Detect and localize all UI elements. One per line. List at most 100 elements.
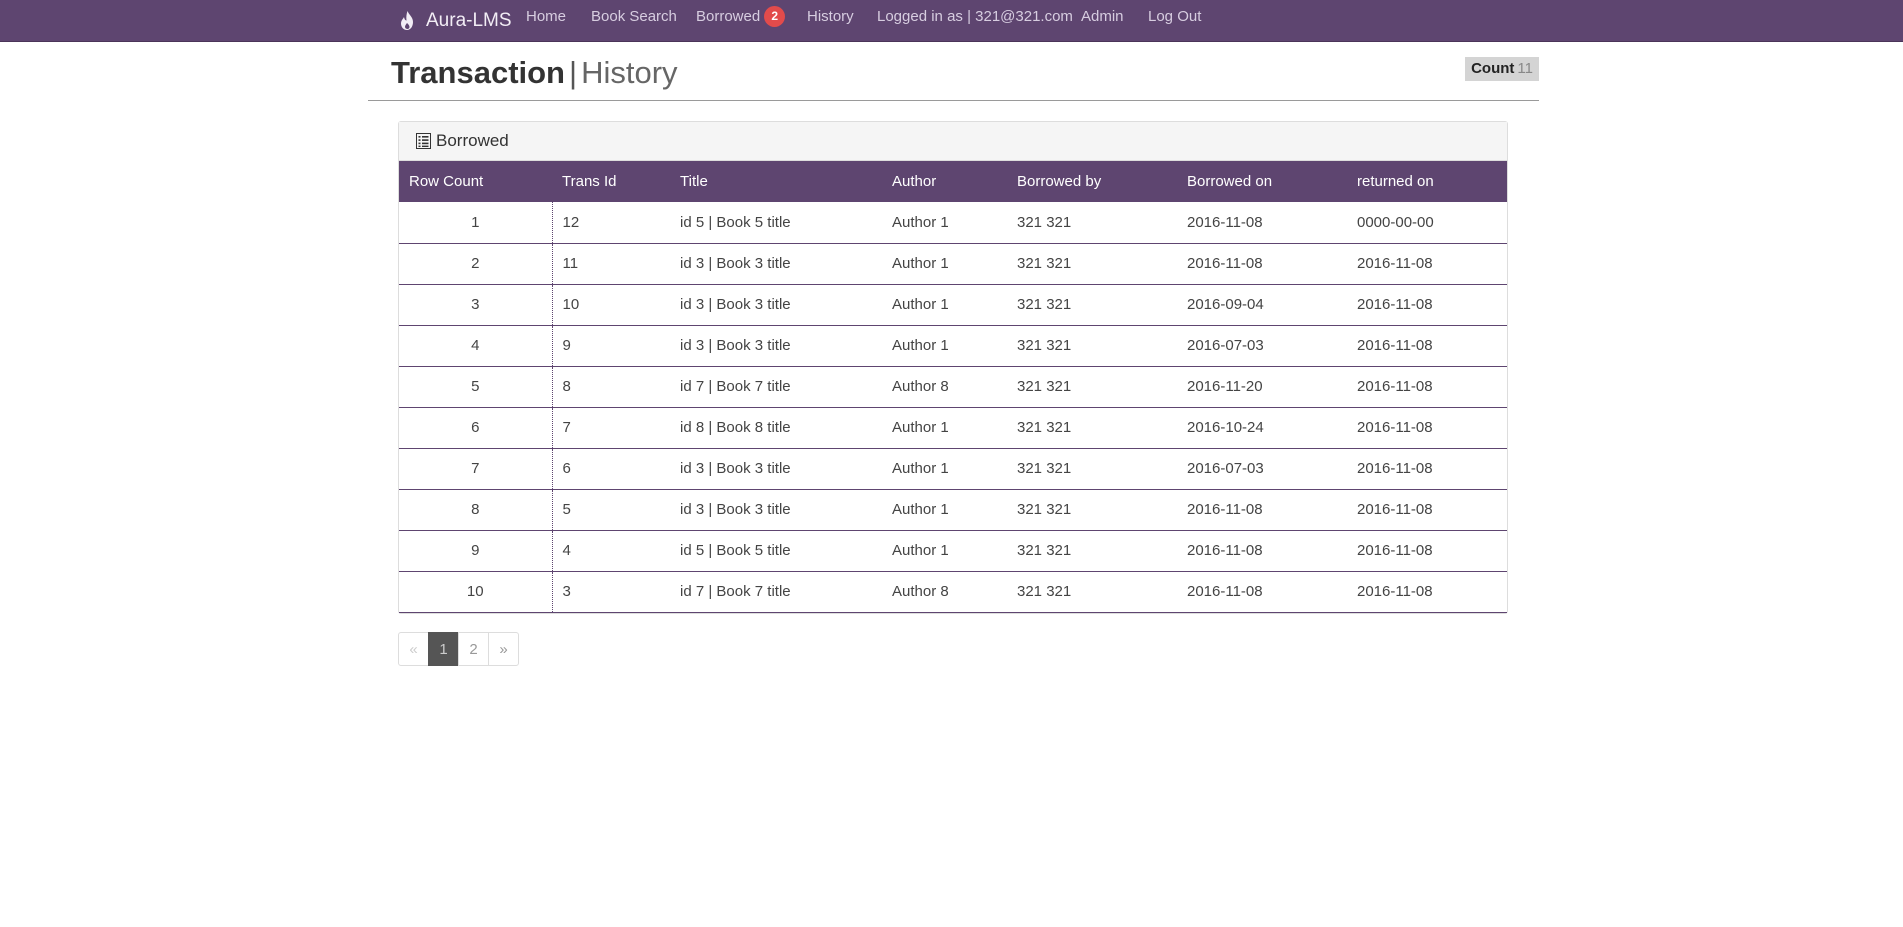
borrowed-on-cell: 2016-11-08 <box>1187 542 1263 559</box>
trans-id-cell: 7 <box>562 419 571 436</box>
borrowed-on-cell: 2016-11-08 <box>1187 213 1263 231</box>
pagination: « 1 2 » <box>398 632 519 666</box>
returned-on-cell: 2016-11-08 <box>1357 378 1433 395</box>
count-chip: Count 11 <box>1465 57 1539 81</box>
col-borrowed-on[interactable]: Borrowed on <box>1177 161 1347 202</box>
col-author[interactable]: Author <box>882 161 1007 202</box>
row-count-cell: 8 <box>399 489 553 530</box>
borrowed-by-cell: 321 321 <box>1017 583 1072 600</box>
borrowed-panel: Borrowed Row Count Trans Id Title Author… <box>398 121 1508 614</box>
author-cell: Author 1 <box>892 296 949 313</box>
returned-on-cell: 2016-11-08 <box>1357 501 1433 518</box>
borrowed-by-cell: 321 321 <box>1017 378 1072 395</box>
borrowed-by-cell: 321 321 <box>1017 213 1072 231</box>
author-cell: Author 1 <box>892 255 949 272</box>
borrowed-on-cell: 2016-07-03 <box>1187 460 1264 477</box>
table-row: 1 12 id 5 | Book 5 title Author 1 321 321 201… <box>399 202 1507 243</box>
trans-id-cell: 8 <box>562 378 571 395</box>
table-row: 3 10 id 3 | Book 3 title Author 1 321 321 201… <box>399 284 1507 325</box>
table-row: 5 8 id 7 | Book 7 title Author 8 321 321 2016… <box>399 366 1507 407</box>
borrowed-by-cell: 321 321 <box>1017 296 1072 313</box>
nav-borrowed-label: Borrowed <box>696 8 761 25</box>
nav-logout[interactable]: Log Out <box>1148 0 1201 34</box>
borrowed-by-cell: 321 321 <box>1017 542 1072 559</box>
page-title-separator: | <box>569 55 578 90</box>
title-cell: id 3 | Book 3 title <box>680 296 791 313</box>
col-trans-id[interactable]: Trans Id <box>552 161 670 202</box>
title-cell: id 3 | Book 3 title <box>680 255 791 272</box>
nav-admin[interactable]: Admin <box>1081 0 1124 34</box>
nav-history[interactable]: History <box>807 0 854 34</box>
col-row-count[interactable]: Row Count <box>399 161 552 202</box>
row-count-cell: 7 <box>399 448 553 489</box>
title-cell: id 7 | Book 7 title <box>680 378 791 395</box>
borrowed-on-cell: 2016-09-04 <box>1187 296 1264 313</box>
page-1-button[interactable]: 1 <box>428 632 459 666</box>
author-cell: Author 1 <box>892 419 949 436</box>
trans-id-cell: 5 <box>562 501 571 518</box>
table-row: 9 4 id 5 | Book 5 title Author 1 321 321 2016… <box>399 530 1507 571</box>
borrowed-count-badge: 2 <box>764 6 786 27</box>
trans-id-cell: 4 <box>562 542 571 559</box>
returned-on-cell: 2016-11-08 <box>1357 583 1433 600</box>
author-cell: Author 1 <box>892 501 949 518</box>
returned-on-cell: 0000-00-00 <box>1357 213 1434 231</box>
nav-borrowed[interactable]: Borrowed 2 <box>696 0 786 34</box>
col-title[interactable]: Title <box>670 161 882 202</box>
title-cell: id 3 | Book 3 title <box>680 337 791 354</box>
author-cell: Author 8 <box>892 583 949 600</box>
borrowed-on-cell: 2016-10-24 <box>1187 419 1264 436</box>
borrowed-on-cell: 2016-11-20 <box>1187 378 1263 395</box>
table-row: 10 3 id 7 | Book 7 title Author 8 321 321 201… <box>399 571 1507 612</box>
returned-on-cell: 2016-11-08 <box>1357 296 1433 313</box>
row-count-cell: 10 <box>399 571 553 612</box>
borrowed-on-cell: 2016-11-08 <box>1187 255 1263 272</box>
page-2-button[interactable]: 2 <box>458 632 489 666</box>
author-cell: Author 1 <box>892 460 949 477</box>
row-count-cell: 3 <box>399 284 553 325</box>
nav-book-search[interactable]: Book Search <box>591 0 677 34</box>
panel-heading: Borrowed <box>399 122 1507 161</box>
title-cell: id 5 | Book 5 title <box>680 542 791 559</box>
page-prev-button[interactable]: « <box>398 632 429 666</box>
history-table: Row Count Trans Id Title Author Borrowed… <box>399 161 1507 613</box>
nav-home[interactable]: Home <box>526 0 566 34</box>
list-icon <box>416 133 431 149</box>
returned-on-cell: 2016-11-08 <box>1357 419 1433 436</box>
trans-id-cell: 10 <box>562 296 580 313</box>
title-cell: id 3 | Book 3 title <box>680 501 791 518</box>
row-count-cell: 5 <box>399 366 553 407</box>
brand-name: Aura-LMS <box>426 10 512 31</box>
borrowed-by-cell: 321 321 <box>1017 419 1072 436</box>
title-cell: id 3 | Book 3 title <box>680 460 791 477</box>
author-cell: Author 1 <box>892 337 949 354</box>
nav-logged-in-user[interactable]: Logged in as | 321@321.com <box>877 0 1073 34</box>
title-cell: id 8 | Book 8 title <box>680 419 791 436</box>
top-navbar: Aura-LMS Home Book Search Borrowed 2 Hist… <box>0 0 1903 42</box>
page-header: Transaction | History Count 11 <box>368 42 1539 101</box>
borrowed-by-cell: 321 321 <box>1017 337 1072 354</box>
returned-on-cell: 2016-11-08 <box>1357 542 1433 559</box>
page-title: Transaction | History <box>391 55 678 91</box>
col-returned-on[interactable]: returned on <box>1347 161 1507 202</box>
row-count-cell: 4 <box>399 325 553 366</box>
row-count-cell: 6 <box>399 407 553 448</box>
trans-id-cell: 11 <box>562 255 579 272</box>
table-row: 4 9 id 3 | Book 3 title Author 1 321 321 2016… <box>399 325 1507 366</box>
page-next-button[interactable]: » <box>488 632 519 666</box>
row-count-cell: 2 <box>399 243 553 284</box>
returned-on-cell: 2016-11-08 <box>1357 337 1433 354</box>
title-cell: id 5 | Book 5 title <box>680 213 791 231</box>
col-borrowed-by[interactable]: Borrowed by <box>1007 161 1177 202</box>
borrowed-by-cell: 321 321 <box>1017 255 1072 272</box>
table-body: 1 1 2 id 5 | Book 5 title Author 1 321 321 201… <box>399 202 1507 612</box>
borrowed-by-cell: 321 321 <box>1017 460 1072 477</box>
table-header-row: Row Count Trans Id Title Author Borrowed… <box>399 161 1507 202</box>
trans-id-cell: 3 <box>562 583 571 600</box>
brand-link[interactable]: Aura-LMS <box>399 0 512 42</box>
table-row: 7 6 id 3 | Book 3 title Author 1 321 321 2016… <box>399 448 1507 489</box>
borrowed-on-cell: 2016-11-08 <box>1187 501 1263 518</box>
table-row: 2 11 id 3 | Book 3 title Author 1 321 321 201… <box>399 243 1507 284</box>
table-row: 6 7 id 8 | Book 8 title Author 1 321 321 2016… <box>399 407 1507 448</box>
title-cell: id 7 | Book 7 title <box>680 583 791 600</box>
